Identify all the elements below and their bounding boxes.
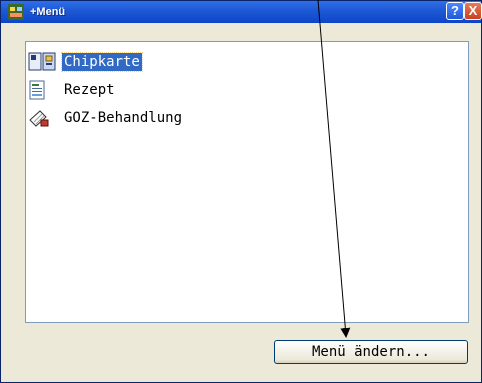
change-menu-button[interactable]: Menü ändern... <box>274 340 468 364</box>
chipcard-icon <box>28 52 56 71</box>
help-button[interactable]: ? <box>446 2 464 20</box>
item-label: Rezept <box>64 82 115 98</box>
title-bar[interactable]: +Menü ? X <box>1 1 482 23</box>
close-icon: X <box>468 3 478 18</box>
help-icon: ? <box>451 3 459 18</box>
item-label: GOZ-Behandlung <box>64 110 183 126</box>
app-icon <box>8 4 24 20</box>
window-title: +Menü <box>30 6 66 18</box>
menu-dialog: +Menü ? X Chipkarte Rezept GOZ-Behandlun… <box>0 0 482 383</box>
treatment-icon <box>29 110 49 127</box>
prescription-icon <box>29 80 45 100</box>
close-button[interactable]: X <box>464 2 482 20</box>
menu-listbox[interactable]: Chipkarte Rezept GOZ-Behandlung <box>25 41 469 323</box>
item-label: Chipkarte <box>61 52 143 72</box>
